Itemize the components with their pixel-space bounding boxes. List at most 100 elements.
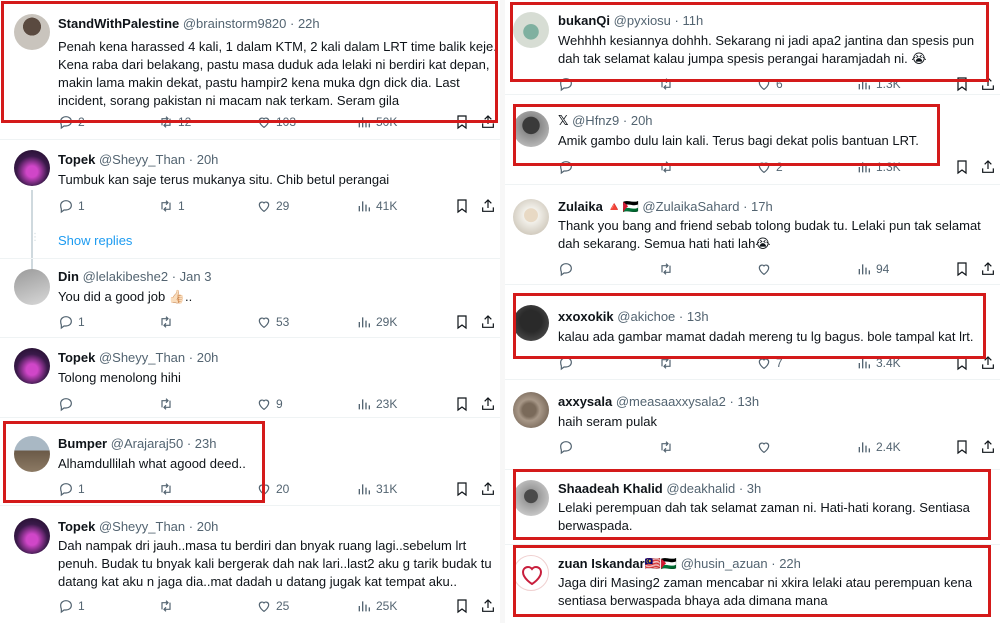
user-handle[interactable]: @brainstorm9820	[183, 16, 287, 31]
display-name[interactable]: Bumper	[58, 436, 107, 451]
retweet-button[interactable]	[658, 261, 674, 277]
tweet-card[interactable]: Bumper @Arajaraj50 · 23h Alhamdullilah w…	[0, 418, 500, 506]
user-handle[interactable]: @lelakibeshe2	[83, 269, 168, 284]
timestamp[interactable]: · 20h	[189, 519, 219, 534]
retweet-button[interactable]	[658, 76, 674, 92]
bookmark-button[interactable]	[954, 76, 970, 92]
display-name[interactable]: xxoxokik	[558, 309, 614, 324]
user-handle[interactable]: @ZulaikaSahard	[642, 199, 739, 214]
user-handle[interactable]: @deakhalid	[666, 481, 735, 496]
share-button[interactable]	[480, 481, 496, 497]
bookmark-button[interactable]	[454, 481, 470, 497]
tweet-card[interactable]: Shaadeah Khalid @deakhalid · 3h Lelaki p…	[505, 470, 1000, 545]
retweet-button[interactable]	[658, 159, 674, 175]
views-button[interactable]: 1.3K	[856, 159, 901, 175]
like-button[interactable]: 6	[756, 76, 783, 92]
share-button[interactable]	[980, 261, 996, 277]
display-name[interactable]: 𝕏	[558, 113, 568, 128]
bookmark-button[interactable]	[454, 314, 470, 330]
views-button[interactable]: 94	[856, 261, 889, 277]
display-name[interactable]: zuan Iskandar🇲🇾🇵🇸	[558, 556, 677, 571]
display-name[interactable]: Din	[58, 269, 79, 284]
bookmark-button[interactable]	[454, 114, 470, 130]
like-button[interactable]: 9	[256, 396, 283, 412]
share-button[interactable]	[980, 76, 996, 92]
reply-button[interactable]: 1	[58, 314, 85, 330]
bookmark-button[interactable]	[954, 439, 970, 455]
tweet-card[interactable]: zuan Iskandar🇲🇾🇵🇸 @husin_azuan · 22h Jag…	[505, 545, 1000, 623]
reply-button[interactable]	[558, 159, 574, 175]
display-name[interactable]: Topek	[58, 519, 95, 534]
like-button[interactable]: 53	[256, 314, 289, 330]
retweet-button[interactable]	[158, 598, 174, 614]
display-name[interactable]: axxysala	[558, 394, 612, 409]
share-button[interactable]	[480, 198, 496, 214]
reply-button[interactable]: 1	[58, 198, 85, 214]
views-button[interactable]: 3.4K	[856, 355, 901, 371]
display-name[interactable]: Shaadeah Khalid	[558, 481, 663, 496]
user-handle[interactable]: @akichoe	[617, 309, 675, 324]
display-name[interactable]: Topek	[58, 152, 95, 167]
share-button[interactable]	[480, 598, 496, 614]
like-button[interactable]	[756, 439, 772, 455]
reply-button[interactable]	[558, 439, 574, 455]
tweet-card[interactable]: StandWithPalestine @brainstorm9820 · 22h…	[0, 0, 500, 140]
display-name[interactable]: Zulaika 🔺🇵🇸	[558, 199, 639, 214]
retweet-button[interactable]	[658, 439, 674, 455]
bookmark-button[interactable]	[954, 261, 970, 277]
retweet-button[interactable]: 12	[158, 114, 191, 130]
timestamp[interactable]: · 22h	[771, 556, 801, 571]
views-button[interactable]: 23K	[356, 396, 397, 412]
timestamp[interactable]: · 3h	[739, 481, 761, 496]
timestamp[interactable]: · Jan 3	[172, 269, 212, 284]
tweet-card[interactable]: Topek @Sheyy_Than · 20h Tumbuk kan saje …	[0, 140, 500, 272]
avatar[interactable]	[14, 14, 50, 50]
avatar[interactable]	[14, 436, 50, 472]
bookmark-button[interactable]	[954, 355, 970, 371]
user-handle[interactable]: @Arajaraj50	[111, 436, 183, 451]
tweet-card[interactable]: Zulaika 🔺🇵🇸 @ZulaikaSahard · 17h Thank y…	[505, 185, 1000, 285]
tweet-card[interactable]: Topek @Sheyy_Than · 20h Dah nampak dri j…	[0, 506, 500, 623]
like-button[interactable]	[756, 261, 772, 277]
reply-button[interactable]	[58, 396, 74, 412]
like-button[interactable]: 20	[256, 481, 289, 497]
share-button[interactable]	[480, 114, 496, 130]
bookmark-button[interactable]	[454, 396, 470, 412]
tweet-card[interactable]: Topek @Sheyy_Than · 20h Tolong menolong …	[0, 338, 500, 418]
tweet-card[interactable]: Din @lelakibeshe2 · Jan 3 You did a good…	[0, 258, 500, 338]
timestamp[interactable]: · 22h	[290, 16, 320, 31]
retweet-button[interactable]	[658, 355, 674, 371]
tweet-card[interactable]: xxoxokik @akichoe · 13h kalau ada gambar…	[505, 285, 1000, 380]
user-handle[interactable]: @Sheyy_Than	[99, 350, 185, 365]
tweet-card[interactable]: axxysala @measaaxxysala2 · 13h haih sera…	[505, 380, 1000, 470]
timestamp[interactable]: · 17h	[743, 199, 773, 214]
avatar[interactable]	[513, 305, 549, 341]
timestamp[interactable]: · 13h	[679, 309, 709, 324]
retweet-button[interactable]	[158, 396, 174, 412]
share-button[interactable]	[480, 314, 496, 330]
user-handle[interactable]: @pyxiosu	[614, 13, 671, 28]
reply-button[interactable]: 2	[58, 114, 85, 130]
views-button[interactable]: 29K	[356, 314, 397, 330]
reply-button[interactable]	[558, 261, 574, 277]
avatar[interactable]	[14, 269, 50, 305]
retweet-button[interactable]	[158, 314, 174, 330]
show-replies-link[interactable]: Show replies	[58, 233, 132, 248]
share-button[interactable]	[980, 439, 996, 455]
display-name[interactable]: bukanQi	[558, 13, 610, 28]
timestamp[interactable]: · 23h	[187, 436, 217, 451]
views-button[interactable]: 1.3K	[856, 76, 901, 92]
avatar[interactable]	[14, 518, 50, 554]
share-button[interactable]	[980, 355, 996, 371]
bookmark-button[interactable]	[954, 159, 970, 175]
avatar[interactable]	[513, 199, 549, 235]
like-button[interactable]: 29	[256, 198, 289, 214]
timestamp[interactable]: · 20h	[189, 152, 219, 167]
avatar[interactable]	[513, 555, 549, 591]
views-button[interactable]: 31K	[356, 481, 397, 497]
retweet-button[interactable]	[158, 481, 174, 497]
views-button[interactable]: 50K	[356, 114, 397, 130]
avatar[interactable]	[14, 348, 50, 384]
avatar[interactable]	[513, 392, 549, 428]
views-button[interactable]: 41K	[356, 198, 397, 214]
